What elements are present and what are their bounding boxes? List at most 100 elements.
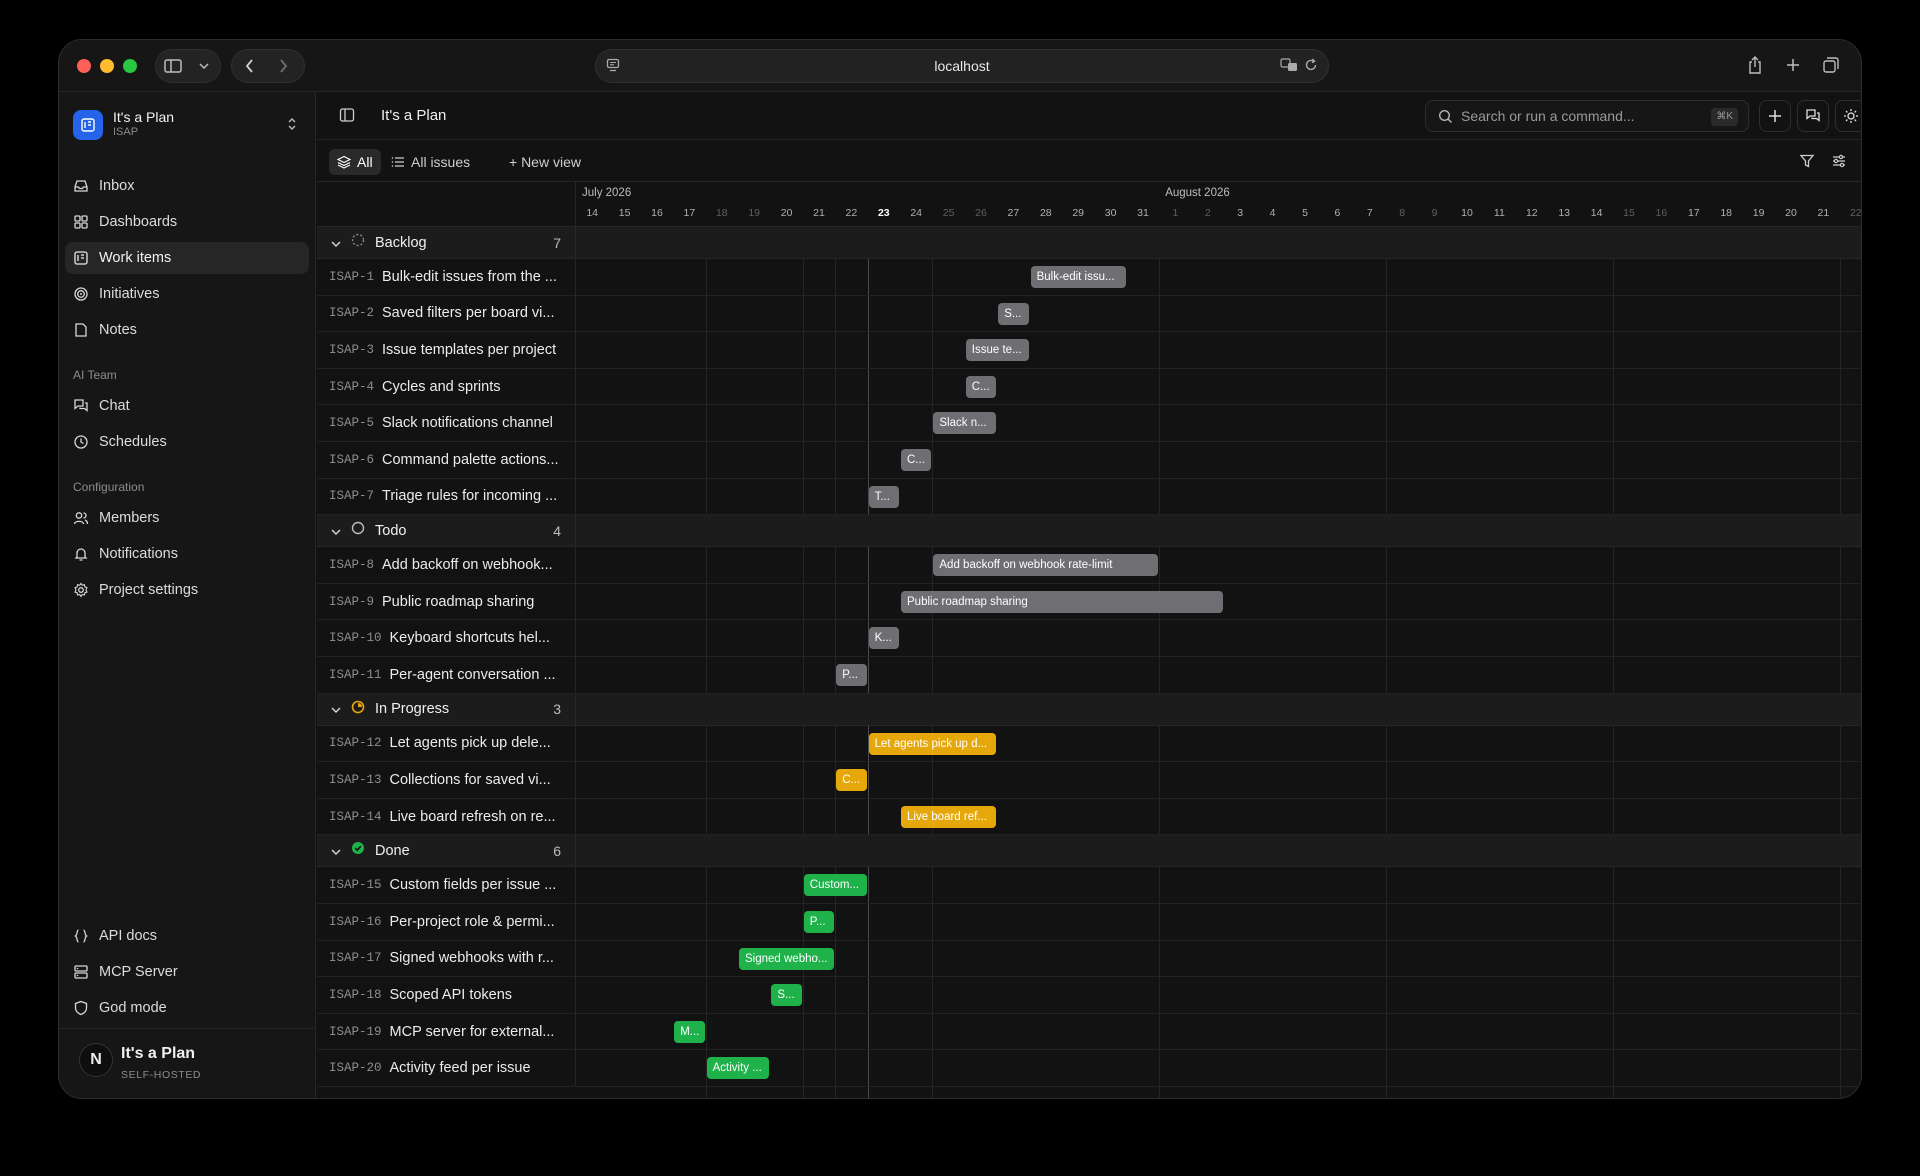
browser-sidebar-icon[interactable] [156, 50, 190, 82]
timeline-bar[interactable]: Live board ref... [901, 805, 997, 828]
timeline-bar[interactable]: Add backoff on webhook rate-limit [933, 554, 1159, 577]
issue-label[interactable]: ISAP-3 Issue templates per project [317, 332, 576, 368]
issue-label[interactable]: ISAP-7 Triage rules for incoming ... [317, 478, 576, 515]
nav-initiatives[interactable]: Initiatives [65, 278, 309, 310]
timeline-bar[interactable]: M... [674, 1020, 705, 1043]
back-arrow-icon[interactable] [232, 50, 266, 82]
create-button[interactable] [1759, 100, 1791, 132]
timeline-bar[interactable]: Signed webho... [739, 947, 835, 970]
timeline-bar[interactable]: T... [868, 485, 899, 508]
minimize-window-button[interactable] [100, 59, 114, 73]
issue-label[interactable]: ISAP-19 MCP server for external... [317, 1013, 576, 1050]
timeline-bar[interactable]: Issue te... [965, 339, 1029, 362]
timeline-bar[interactable]: Let agents pick up d... [868, 732, 997, 755]
nav-inbox[interactable]: Inbox [65, 170, 309, 202]
table-row[interactable]: ISAP-12 Let agents pick up dele... Let age… [317, 725, 1861, 763]
issue-label[interactable]: ISAP-4 Cycles and sprints [317, 368, 576, 405]
nav-notifications[interactable]: Notifications [65, 538, 309, 570]
issue-label[interactable]: ISAP-20 Activity feed per issue [317, 1050, 576, 1086]
table-row[interactable]: ISAP-5 Slack notifications channel Slack n… [317, 405, 1861, 442]
group-header-todo[interactable]: Todo 4 [317, 515, 1861, 548]
timeline-bar[interactable]: Bulk-edit issu... [1030, 266, 1126, 288]
search-input[interactable] [1461, 108, 1701, 124]
issue-label[interactable]: ISAP-9 Public roadmap sharing [317, 583, 576, 620]
forward-arrow-icon[interactable] [266, 50, 300, 82]
timeline-bar[interactable]: Activity ... [706, 1057, 770, 1080]
table-row[interactable]: ISAP-1 Bulk-edit issues from the ... Bulk-… [317, 259, 1861, 296]
tab-all-issues[interactable]: All issues [383, 149, 478, 175]
workspace-switcher[interactable]: It's a Plan ISAP [73, 106, 301, 144]
group-header-progress[interactable]: In Progress 3 [317, 693, 1861, 726]
command-search[interactable]: ⌘K [1425, 100, 1749, 132]
nav-schedules[interactable]: Schedules [65, 426, 309, 458]
page-settings-icon[interactable] [606, 58, 620, 75]
issue-label[interactable]: ISAP-10 Keyboard shortcuts hel... [317, 620, 576, 656]
timeline-bar[interactable]: C... [901, 449, 932, 471]
sidebar-toggle-icon[interactable] [339, 107, 355, 128]
nav-members[interactable]: Members [65, 502, 309, 534]
theme-toggle-button[interactable] [1835, 100, 1861, 132]
nav-chat[interactable]: Chat [65, 390, 309, 422]
table-row[interactable]: ISAP-14 Live board refresh on re... Live b… [317, 798, 1861, 836]
timeline-bar[interactable]: C... [836, 769, 867, 792]
chevron-down-icon[interactable] [331, 234, 341, 252]
issue-label[interactable]: ISAP-5 Slack notifications channel [317, 405, 576, 441]
table-row[interactable]: ISAP-11 Per-agent conversation ... P... [317, 657, 1861, 694]
issue-label[interactable]: ISAP-8 Add backoff on webhook... [317, 547, 576, 583]
issue-label[interactable]: ISAP-13 Collections for saved vi... [317, 762, 576, 798]
chat-button[interactable] [1797, 100, 1829, 132]
issue-label[interactable]: ISAP-1 Bulk-edit issues from the ... [317, 259, 576, 295]
group-header-backlog[interactable]: Backlog 7 [317, 227, 1861, 259]
issue-label[interactable]: ISAP-18 Scoped API tokens [317, 977, 576, 1013]
table-row[interactable]: ISAP-2 Saved filters per board vi... S... [317, 295, 1861, 333]
table-row[interactable]: ISAP-16 Per-project role & permi... P... [317, 904, 1861, 941]
address-bar[interactable]: localhost [595, 49, 1329, 83]
table-row[interactable]: ISAP-20 Activity feed per issue Activity .… [317, 1050, 1861, 1087]
tab-all[interactable]: All [329, 149, 381, 175]
reload-icon[interactable] [1304, 58, 1318, 75]
table-row[interactable]: ISAP-17 Signed webhooks with r... Signed w… [317, 940, 1861, 978]
table-row[interactable]: ISAP-18 Scoped API tokens S... [317, 977, 1861, 1014]
timeline-bar[interactable]: K... [868, 627, 899, 650]
table-row[interactable]: ISAP-4 Cycles and sprints C... [317, 368, 1861, 406]
new-tab-icon[interactable] [1777, 49, 1809, 81]
nav-project-settings[interactable]: Project settings [65, 574, 309, 606]
table-row[interactable]: ISAP-19 MCP server for external... M... [317, 1013, 1861, 1051]
table-row[interactable]: ISAP-3 Issue templates per project Issue t… [317, 332, 1861, 369]
timeline-bar[interactable]: S... [771, 984, 802, 1007]
issue-label[interactable]: ISAP-12 Let agents pick up dele... [317, 725, 576, 762]
timeline-bar[interactable]: P... [836, 664, 867, 686]
chevron-down-icon[interactable] [331, 842, 341, 860]
display-settings-icon[interactable] [1831, 153, 1847, 174]
issue-label[interactable]: ISAP-6 Command palette actions... [317, 442, 576, 478]
nav-mcp-server[interactable]: MCP Server [65, 956, 309, 988]
table-row[interactable]: ISAP-7 Triage rules for incoming ... T... [317, 478, 1861, 516]
table-row[interactable]: ISAP-8 Add backoff on webhook... Add backo… [317, 547, 1861, 584]
issue-label[interactable]: ISAP-2 Saved filters per board vi... [317, 295, 576, 332]
share-icon[interactable] [1739, 49, 1771, 81]
issue-label[interactable]: ISAP-16 Per-project role & permi... [317, 904, 576, 940]
timeline-bar[interactable]: P... [803, 911, 835, 933]
nav-god-mode[interactable]: God mode [65, 992, 309, 1024]
chevron-down-icon[interactable] [190, 50, 218, 82]
zoom-window-button[interactable] [123, 59, 137, 73]
nav-work-items[interactable]: Work items [65, 242, 309, 274]
nav-api-docs[interactable]: API docs [65, 920, 309, 952]
timeline-bar[interactable]: Custom... [803, 874, 867, 897]
table-row[interactable]: ISAP-10 Keyboard shortcuts hel... K... [317, 620, 1861, 657]
timeline-bar[interactable]: Public roadmap sharing [901, 590, 1223, 613]
filter-icon[interactable] [1799, 153, 1815, 174]
close-window-button[interactable] [77, 59, 91, 73]
translate-icon[interactable] [1280, 58, 1298, 75]
issue-label[interactable]: ISAP-11 Per-agent conversation ... [317, 657, 576, 693]
timeline-bar[interactable]: Slack n... [933, 412, 997, 435]
issue-label[interactable]: ISAP-17 Signed webhooks with r... [317, 940, 576, 977]
issue-label[interactable]: ISAP-15 Custom fields per issue ... [317, 867, 576, 903]
table-row[interactable]: ISAP-15 Custom fields per issue ... Custom… [317, 867, 1861, 904]
chevron-down-icon[interactable] [331, 700, 341, 718]
nav-dashboards[interactable]: Dashboards [65, 206, 309, 238]
table-row[interactable]: ISAP-6 Command palette actions... C... [317, 442, 1861, 479]
nav-notes[interactable]: Notes [65, 314, 309, 346]
timeline-bar[interactable]: C... [965, 375, 997, 398]
table-row[interactable]: ISAP-13 Collections for saved vi... C... [317, 762, 1861, 799]
